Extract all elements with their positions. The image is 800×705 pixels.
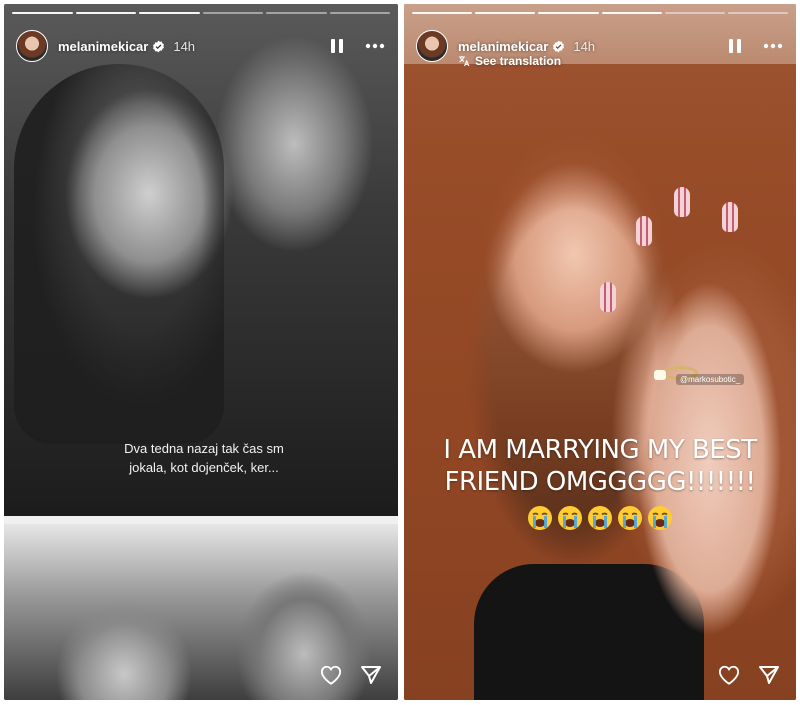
photo-hair-shadow (14, 64, 224, 444)
more-icon[interactable] (762, 35, 784, 57)
heart-icon[interactable] (718, 664, 740, 686)
username[interactable]: melanimekicar (58, 39, 148, 54)
story-footer (320, 664, 382, 686)
loudly-crying-face-icon (528, 506, 552, 530)
caption-line: FRIEND OMGGGGG!!!!!!! (444, 467, 756, 497)
mention-tag[interactable]: @markosubotic_ (676, 374, 745, 385)
story-caption: I AM MARRYING MY BEST FRIEND OMGGGGG!!!!… (418, 434, 782, 498)
nail (722, 202, 738, 232)
story-caption: Dva tedna nazaj tak čas sm jokala, kot d… (84, 439, 324, 477)
story-left[interactable]: melanimekicar 14h Dva tedna nazaj tak ča… (4, 4, 398, 700)
ring-stone (654, 370, 666, 380)
loudly-crying-face-icon (648, 506, 672, 530)
heart-icon[interactable] (320, 664, 342, 686)
verified-badge-icon (153, 40, 165, 52)
caption-line: I AM MARRYING MY BEST (443, 435, 757, 465)
caption-line: jokala, kot dojenček, ker... (129, 460, 279, 475)
translate-icon (459, 56, 470, 67)
photo-strip-divider (4, 516, 398, 524)
nail (636, 216, 652, 246)
caption-line: Dva tedna nazaj tak čas sm (124, 441, 284, 456)
send-icon[interactable] (758, 664, 780, 686)
avatar[interactable] (16, 30, 48, 62)
story-footer (718, 664, 780, 686)
avatar[interactable] (416, 30, 448, 62)
story-header: melanimekicar 14h (16, 26, 386, 66)
see-translation-button[interactable]: See translation (458, 54, 561, 68)
more-icon[interactable] (364, 35, 386, 57)
pause-icon[interactable] (724, 35, 746, 57)
nail (674, 187, 690, 217)
story-progress-bar (12, 12, 390, 14)
pause-icon[interactable] (326, 35, 348, 57)
loudly-crying-face-icon (558, 506, 582, 530)
username[interactable]: melanimekicar (458, 39, 548, 54)
send-icon[interactable] (360, 664, 382, 686)
see-translation-label: See translation (475, 54, 562, 68)
story-right[interactable]: melanimekicar 14h See translation I AM M… (404, 4, 796, 700)
loudly-crying-face-icon (588, 506, 612, 530)
post-time: 14h (173, 38, 196, 54)
verified-badge-icon (553, 40, 565, 52)
post-time: 14h (573, 38, 596, 54)
story-progress-bar (412, 12, 789, 14)
nail (600, 282, 616, 312)
emoji-row (404, 504, 796, 537)
loudly-crying-face-icon (618, 506, 642, 530)
